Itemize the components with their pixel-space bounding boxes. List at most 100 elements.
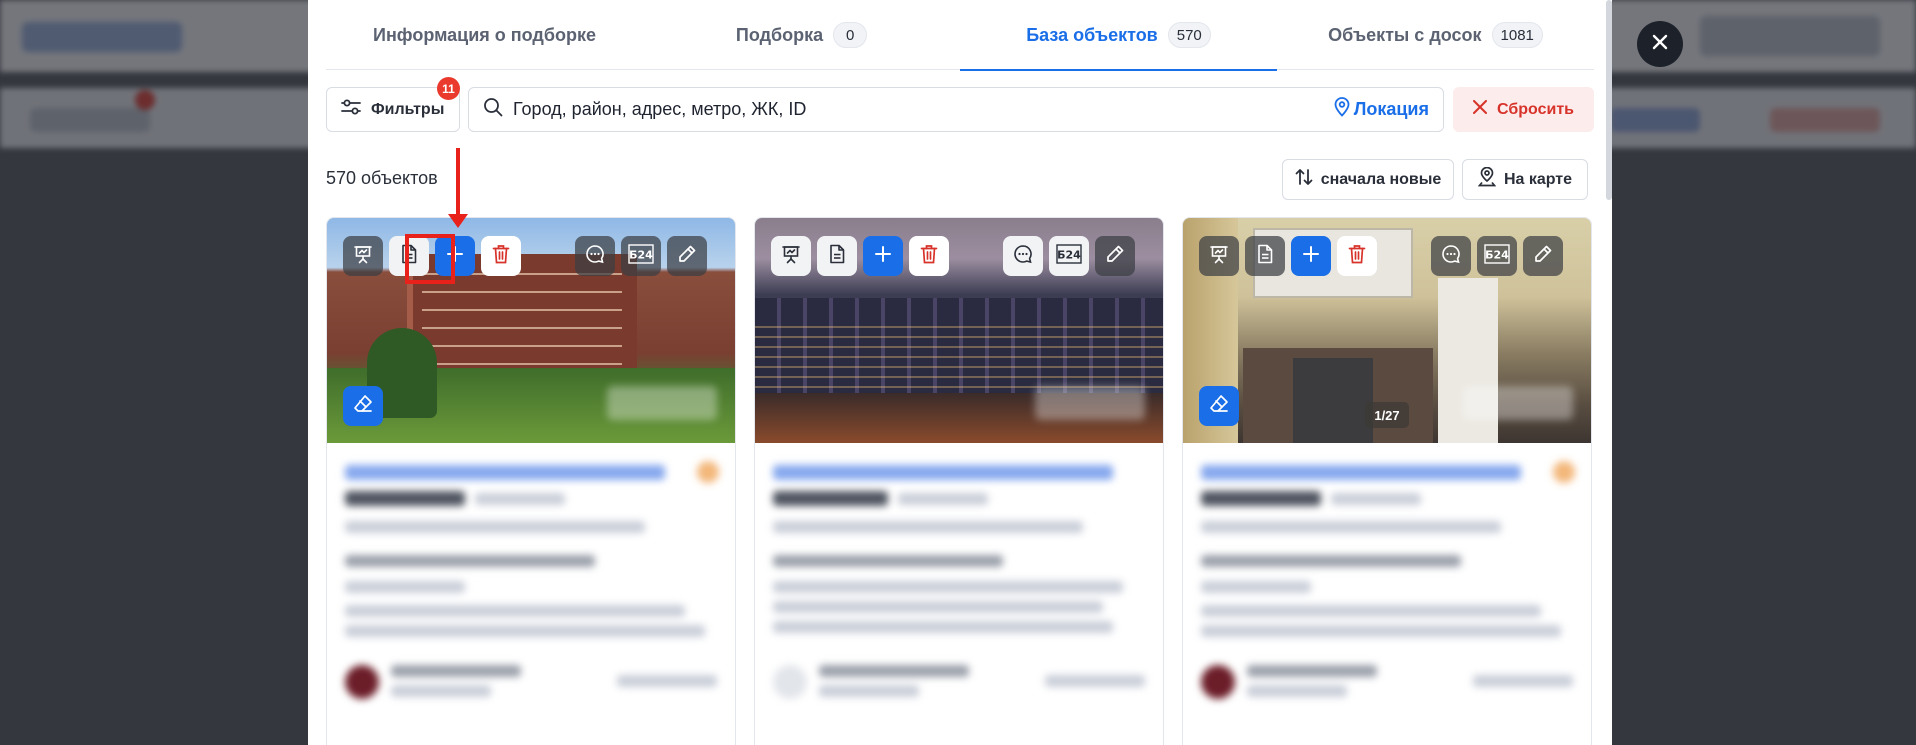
presentation-button[interactable] xyxy=(771,236,811,276)
object-details xyxy=(755,443,1163,745)
edit-button[interactable] xyxy=(667,236,707,276)
object-card[interactable]: Б24 xyxy=(754,217,1164,745)
plus-icon xyxy=(1302,245,1320,268)
add-to-selection-button[interactable] xyxy=(1291,236,1331,276)
object-areas xyxy=(1201,521,1501,533)
delete-button[interactable] xyxy=(1337,236,1377,276)
agent-name xyxy=(391,665,521,677)
selection-modal: Информация о подборке Подборка 0 База об… xyxy=(308,0,1612,745)
object-price xyxy=(773,491,888,506)
object-areas xyxy=(773,521,1083,533)
agent-avatar xyxy=(773,665,807,699)
add-to-selection-button[interactable] xyxy=(863,236,903,276)
tab-label: База объектов xyxy=(1026,24,1158,45)
reset-button[interactable]: Сбросить xyxy=(1453,87,1594,132)
presentation-button[interactable] xyxy=(1199,236,1239,276)
agent-name xyxy=(819,665,969,677)
close-icon xyxy=(1651,33,1669,56)
edit-button[interactable] xyxy=(1095,236,1135,276)
close-modal-button[interactable] xyxy=(1637,21,1683,67)
eraser-icon xyxy=(352,393,374,420)
b24-button[interactable]: Б24 xyxy=(621,236,661,276)
price-chip xyxy=(607,386,717,420)
trash-icon xyxy=(492,244,510,269)
object-price xyxy=(345,491,465,506)
document-icon xyxy=(1256,244,1274,269)
pencil-icon xyxy=(1533,244,1553,269)
document-icon xyxy=(828,244,846,269)
object-card[interactable]: Б24 xyxy=(326,217,736,745)
comment-button[interactable] xyxy=(1431,236,1471,276)
document-button[interactable] xyxy=(1245,236,1285,276)
tab-label: Информация о подборке xyxy=(373,24,596,45)
pencil-icon xyxy=(1105,244,1125,269)
eraser-button[interactable] xyxy=(343,386,383,426)
object-card[interactable]: 1/27 Б24 xyxy=(1182,217,1592,745)
modal-scrollbar[interactable] xyxy=(1606,0,1612,200)
pencil-icon xyxy=(677,244,697,269)
show-on-map-button[interactable]: На карте xyxy=(1462,159,1588,200)
b24-label: Б24 xyxy=(629,248,653,261)
comment-button[interactable] xyxy=(1003,236,1043,276)
city-lights xyxy=(755,318,1163,388)
b24-icon: Б24 xyxy=(1484,243,1510,269)
object-district xyxy=(1201,581,1311,593)
eraser-icon xyxy=(1208,393,1230,420)
delete-button[interactable] xyxy=(481,236,521,276)
stove-shape xyxy=(1293,358,1373,443)
object-description xyxy=(1201,605,1541,617)
edit-button[interactable] xyxy=(1523,236,1563,276)
agent-agency xyxy=(1473,675,1573,687)
search-input[interactable]: Город, район, адрес, метро, ЖК, ID Локац… xyxy=(468,87,1444,132)
b24-label: Б24 xyxy=(1057,248,1081,261)
trash-icon xyxy=(920,244,938,269)
tab-label: Объекты с досок xyxy=(1328,24,1482,45)
tab-selection-info[interactable]: Информация о подборке xyxy=(326,0,643,70)
tab-label: Подборка xyxy=(735,24,824,45)
eraser-button[interactable] xyxy=(1199,386,1239,426)
b24-icon: Б24 xyxy=(1056,243,1082,269)
object-description xyxy=(345,605,685,617)
object-price-per-meter xyxy=(1331,493,1421,505)
sort-arrows-icon xyxy=(1295,168,1313,191)
badge-icon xyxy=(697,461,719,483)
annotation-arrow xyxy=(456,148,460,218)
location-button[interactable]: Локация xyxy=(1334,97,1429,122)
search-text: Город, район, адрес, метро, ЖК, ID xyxy=(513,99,807,119)
badge-icon xyxy=(1553,461,1575,483)
tab-objects-base[interactable]: База объектов 570 xyxy=(960,0,1277,71)
document-button[interactable] xyxy=(817,236,857,276)
object-description xyxy=(773,581,1123,593)
agent-phone xyxy=(1247,685,1347,697)
presentation-button[interactable] xyxy=(343,236,383,276)
tab-board-objects[interactable]: Объекты с досок 1081 xyxy=(1277,0,1594,70)
b24-button[interactable]: Б24 xyxy=(1049,236,1089,276)
object-title xyxy=(345,465,665,480)
tab-count-badge: 570 xyxy=(1167,22,1211,48)
object-price-per-meter xyxy=(475,493,565,505)
price-chip xyxy=(1035,386,1145,420)
sort-button[interactable]: сначала новые xyxy=(1282,159,1454,200)
reset-label: Сбросить xyxy=(1497,100,1574,118)
object-title xyxy=(1201,465,1521,480)
map-pin-icon xyxy=(1334,97,1350,122)
comment-button[interactable] xyxy=(575,236,615,276)
comment-icon xyxy=(585,244,605,269)
agent-agency xyxy=(617,675,717,687)
agent-phone xyxy=(819,685,919,697)
b24-button[interactable]: Б24 xyxy=(1477,236,1517,276)
trash-icon xyxy=(1348,244,1366,269)
object-description xyxy=(345,625,705,637)
delete-button[interactable] xyxy=(909,236,949,276)
presentation-icon xyxy=(781,244,801,269)
agent-name xyxy=(1247,665,1377,677)
tab-selection[interactable]: Подборка 0 xyxy=(643,0,960,70)
filters-button[interactable]: Фильтры 11 xyxy=(326,77,460,132)
agent-phone xyxy=(391,685,491,697)
tab-count-badge: 1081 xyxy=(1491,22,1543,48)
map-pin-person-icon xyxy=(1477,166,1497,192)
plus-icon xyxy=(874,245,892,268)
annotation-highlight-box xyxy=(405,234,455,284)
b24-icon: Б24 xyxy=(628,243,654,269)
filters-label: Фильтры xyxy=(371,100,445,118)
